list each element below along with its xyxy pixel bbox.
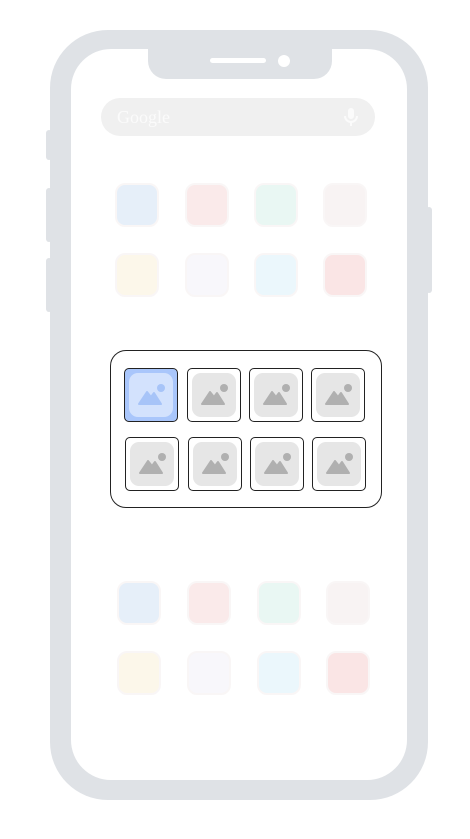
app-icon-facebook[interactable] — [117, 581, 161, 625]
mic-icon[interactable] — [341, 107, 361, 127]
app-icon-vimeo[interactable] — [254, 253, 298, 297]
app-icon-vimeo[interactable] — [257, 651, 301, 695]
app-icon-reddit[interactable] — [187, 651, 231, 695]
mute-switch — [46, 130, 52, 160]
app-icon-circle-app[interactable] — [323, 183, 367, 227]
app-icon-reddit[interactable] — [185, 253, 229, 297]
speaker — [210, 58, 266, 63]
image-tile[interactable] — [249, 368, 303, 422]
image-tile[interactable] — [125, 437, 179, 491]
google-label: Google — [117, 107, 170, 127]
app-icon-clock[interactable] — [323, 253, 367, 297]
image-tile[interactable] — [124, 368, 178, 422]
image-tile[interactable] — [311, 368, 365, 422]
app-icon-clock[interactable] — [326, 651, 370, 695]
volume-up-button — [46, 188, 52, 242]
image-placeholder-icon — [138, 384, 165, 405]
app-icon-youtube[interactable] — [187, 581, 231, 625]
app-icon-notes[interactable] — [117, 651, 161, 695]
image-placeholder-icon — [139, 453, 166, 474]
image-placeholder-icon — [202, 453, 229, 474]
image-placeholder-icon — [264, 453, 291, 474]
app-icon-notes[interactable] — [115, 253, 159, 297]
image-placeholder-icon — [263, 384, 290, 405]
camera — [278, 55, 290, 67]
app-icon-whatsapp[interactable] — [257, 581, 301, 625]
app-icon-circle-app[interactable] — [326, 581, 370, 625]
image-placeholder-icon — [326, 453, 353, 474]
google-search-bar[interactable]: Google — [101, 98, 375, 136]
app-icon-youtube[interactable] — [185, 183, 229, 227]
image-tile[interactable] — [312, 437, 366, 491]
image-tile[interactable] — [250, 437, 304, 491]
volume-down-button — [46, 258, 52, 312]
app-icon-whatsapp[interactable] — [254, 183, 298, 227]
image-placeholder-icon — [201, 384, 228, 405]
image-placeholder-icon — [325, 384, 352, 405]
power-button — [426, 207, 432, 293]
image-tile[interactable] — [187, 368, 241, 422]
image-tile[interactable] — [188, 437, 242, 491]
app-icon-facebook[interactable] — [115, 183, 159, 227]
